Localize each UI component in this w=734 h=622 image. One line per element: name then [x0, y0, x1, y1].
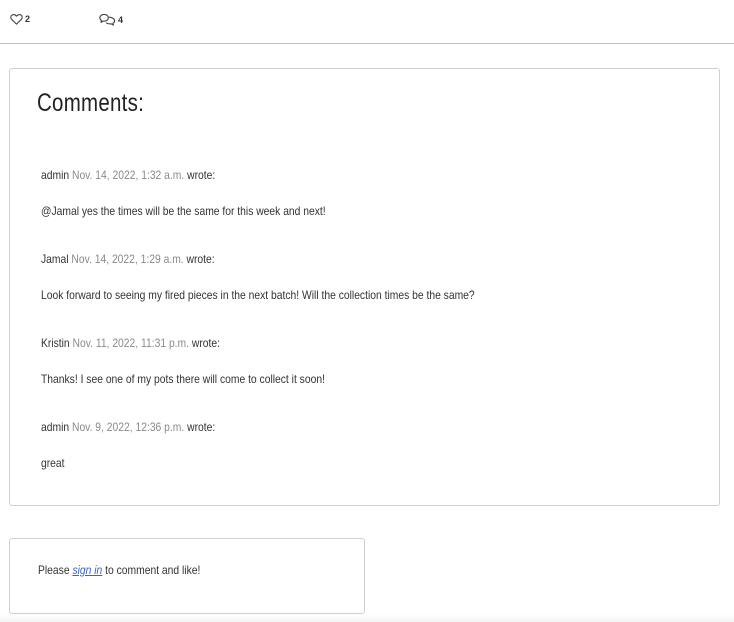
- comment-text: @Jamal yes the times will be the same fo…: [41, 204, 326, 218]
- page-bottom-edge: [0, 614, 734, 622]
- comments-count-indicator[interactable]: 4: [99, 13, 123, 26]
- heart-icon: [10, 14, 23, 25]
- comment-meta: admin Nov. 14, 2022, 1:32 a.m. wrote:: [41, 168, 609, 182]
- signin-prefix: Please: [38, 563, 70, 577]
- comment-date: Nov. 9, 2022, 12:36 p.m.: [71, 420, 185, 434]
- comment-meta: Kristin Nov. 11, 2022, 11:31 p.m. wrote:: [41, 336, 609, 350]
- speech-bubbles-icon: [99, 13, 116, 26]
- like-button[interactable]: 2: [10, 13, 30, 25]
- comments-section: Comments: admin Nov. 14, 2022, 1:32 a.m.…: [9, 68, 720, 506]
- comment-text: Thanks! I see one of my pots there will …: [41, 372, 325, 386]
- comment-author: admin: [41, 168, 70, 182]
- signin-suffix: to comment and like!: [105, 563, 201, 577]
- comment-date: Nov. 11, 2022, 11:31 p.m.: [72, 336, 190, 350]
- comment-meta: admin Nov. 9, 2022, 12:36 p.m. wrote:: [41, 420, 609, 434]
- comment-item: admin Nov. 14, 2022, 1:32 a.m. wrote: @J…: [41, 168, 701, 218]
- wrote-label: wrote:: [187, 420, 216, 434]
- wrote-label: wrote:: [187, 168, 216, 182]
- comment-text: great: [41, 456, 65, 470]
- comment-author: Kristin: [41, 336, 70, 350]
- comments-title: Comments:: [37, 89, 145, 117]
- sign-in-link[interactable]: sign in: [72, 563, 102, 577]
- comment-date: Nov. 14, 2022, 1:29 a.m.: [71, 252, 184, 266]
- comment-item: Jamal Nov. 14, 2022, 1:29 a.m. wrote: Lo…: [41, 252, 701, 302]
- comment-author: Jamal: [41, 252, 69, 266]
- signin-prompt: Please sign in to comment and like!: [9, 538, 365, 614]
- likes-count: 2: [25, 14, 31, 24]
- wrote-label: wrote:: [186, 252, 215, 266]
- comment-text: Look forward to seeing my fired pieces i…: [41, 288, 475, 302]
- signin-message: Please sign in to comment and like!: [38, 563, 200, 577]
- comment-item: Kristin Nov. 11, 2022, 11:31 p.m. wrote:…: [41, 336, 701, 386]
- comment-item: admin Nov. 9, 2022, 12:36 p.m. wrote: gr…: [41, 420, 701, 470]
- comment-date: Nov. 14, 2022, 1:32 a.m.: [71, 168, 185, 182]
- comment-meta: Jamal Nov. 14, 2022, 1:29 a.m. wrote:: [41, 252, 609, 266]
- comment-author: admin: [41, 420, 70, 434]
- post-stats-bar: 2 4: [0, 0, 734, 44]
- comments-count: 4: [118, 14, 124, 25]
- wrote-label: wrote:: [191, 336, 221, 350]
